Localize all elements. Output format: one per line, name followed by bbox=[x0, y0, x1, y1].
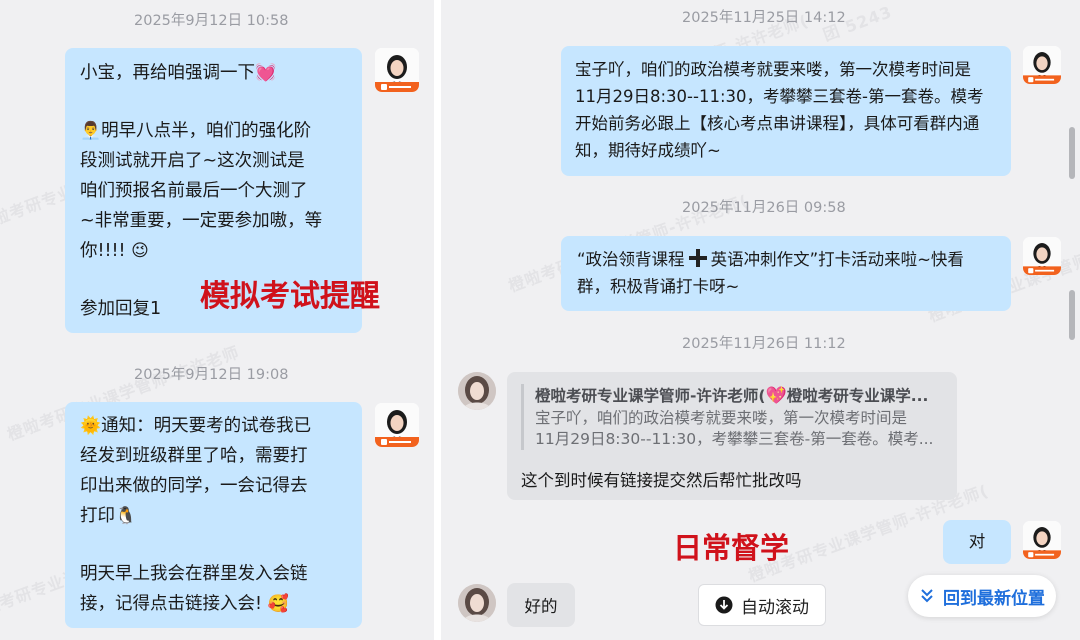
student-avatar[interactable] bbox=[458, 372, 496, 410]
person-emoji-icon: 👨‍💼 bbox=[80, 121, 102, 141]
teacher-avatar[interactable] bbox=[1023, 521, 1061, 559]
scrollbar-thumb[interactable] bbox=[1069, 127, 1075, 179]
auto-scroll-button[interactable]: 自动滚动 bbox=[698, 584, 826, 626]
message-line: 知，期待好成绩吖~ bbox=[575, 141, 721, 160]
message-line: 你!!!! 😉 bbox=[80, 241, 149, 261]
teacher-avatar[interactable] bbox=[1023, 237, 1061, 275]
message-line: 👨‍💼明早八点半，咱们的强化阶 bbox=[80, 121, 312, 141]
message-bubble[interactable]: 好的 bbox=[507, 583, 575, 627]
message-bubble[interactable]: 🌞通知：明天要考的试卷我已 经发到班级群里了哈，需要打 印出来做的同学，一会记得… bbox=[65, 402, 362, 628]
plus-icon bbox=[688, 248, 708, 268]
message-timestamp: 2025年11月26日 09:58 bbox=[682, 200, 846, 216]
message-line: 开始前务必跟上【核心考点串讲课程】，具体可看群内通 bbox=[575, 114, 980, 133]
message-line: 印出来做的同学，一会记得去 bbox=[80, 476, 308, 496]
back-to-latest-button[interactable]: 回到最新位置 bbox=[908, 575, 1056, 617]
message-timestamp: 2025年11月25日 14:12 bbox=[682, 10, 846, 26]
heart-emoji-icon: 💓 bbox=[255, 63, 277, 83]
message-line: ~非常重要，一定要参加嗷，等 bbox=[80, 211, 323, 231]
student-avatar[interactable] bbox=[458, 584, 496, 622]
message-line: 好的 bbox=[524, 597, 558, 616]
message-line: 11月29日8:30--11:30，考攀攀三套卷-第一套卷。模考 bbox=[575, 87, 984, 106]
annotation-label: 日常督学 bbox=[673, 531, 790, 565]
message-line: 宝子吖，咱们的政治模考就要来喽，第一次模考时间是 bbox=[575, 60, 971, 79]
double-chevron-down-icon bbox=[919, 588, 935, 604]
teacher-avatar[interactable] bbox=[375, 403, 419, 447]
left-chat-panel[interactable]: 橙啦考研专业课学管师-许许老师 橙啦考研专业课学管师-许许老师 橙啦考研专业课学… bbox=[0, 0, 434, 640]
reply-bubble[interactable]: 橙啦考研专业课学管师-许许老师(💖橙啦考研专业课学... 宝子吖，咱们的政治模考… bbox=[507, 372, 957, 500]
message-line: 段测试就开启了~这次测试是 bbox=[80, 151, 305, 171]
message-bubble[interactable]: 对 bbox=[943, 520, 1011, 564]
scrollbar-thumb[interactable] bbox=[1069, 290, 1075, 340]
teacher-avatar[interactable] bbox=[375, 48, 419, 92]
message-line: 经发到班级群里了哈，需要打 bbox=[80, 446, 308, 466]
message-line: 打印🐧 bbox=[80, 506, 137, 526]
message-line: 🌞通知：明天要考的试卷我已 bbox=[80, 416, 312, 436]
message-timestamp: 2025年9月12日 19:08 bbox=[134, 367, 289, 383]
auto-scroll-label: 自动滚动 bbox=[741, 597, 809, 618]
message-line: 群，积极背诵打卡呀~ bbox=[577, 277, 740, 296]
message-line: 小宝，再给咱强调一下💓 bbox=[80, 63, 277, 83]
message-timestamp: 2025年9月12日 10:58 bbox=[134, 13, 289, 29]
message-line: 接，记得点击链接入会! 🥰 bbox=[80, 594, 289, 614]
message-line: 明天早上我会在群里发入会链 bbox=[80, 564, 308, 584]
message-line: 咱们预报名前最后一个大测了 bbox=[80, 181, 308, 201]
teacher-avatar[interactable] bbox=[1023, 46, 1061, 84]
quote-title: 橙啦考研专业课学管师-许许老师(💖橙啦考研专业课学... bbox=[535, 386, 929, 406]
message-bubble[interactable]: 宝子吖，咱们的政治模考就要来喽，第一次模考时间是 11月29日8:30--11:… bbox=[561, 46, 1011, 176]
message-bubble[interactable]: “政治领背课程 英语冲刺作文”打卡活动来啦~快看 群，积极背诵打卡呀~ bbox=[561, 236, 1011, 311]
quote-line: 宝子吖，咱们的政治模考就要来喽，第一次模考时间是 bbox=[535, 409, 908, 427]
message-line: 对 bbox=[968, 532, 986, 551]
heart-emoji-icon: 💖 bbox=[765, 386, 787, 406]
message-timestamp: 2025年11月26日 11:12 bbox=[682, 336, 846, 352]
sun-emoji-icon: 🌞 bbox=[80, 416, 102, 436]
down-arrow-circle-icon bbox=[715, 596, 733, 614]
right-chat-panel[interactable]: 橙啦考研专业课学管师-许许老师( 团 5243 橙啦考研专业课学管师-许许老师(… bbox=[441, 0, 1080, 640]
wink-emoji-icon: 😉 bbox=[131, 241, 149, 261]
message-line: “政治领背课程 英语冲刺作文”打卡活动来啦~快看 bbox=[577, 248, 964, 269]
quote-line: 11月29日8:30--11:30，考攀攀三套卷-第一套卷。模考... bbox=[535, 430, 934, 448]
smiling-emoji-icon: 🥰 bbox=[267, 594, 289, 614]
annotation-label: 模拟考试提醒 bbox=[200, 279, 380, 314]
back-to-latest-label: 回到最新位置 bbox=[943, 588, 1045, 609]
quoted-message[interactable]: 橙啦考研专业课学管师-许许老师(💖橙啦考研专业课学... 宝子吖，咱们的政治模考… bbox=[521, 384, 936, 450]
penguin-icon: 🐧 bbox=[115, 506, 137, 526]
reply-text: 这个到时候有链接提交然后帮忙批改吗 bbox=[521, 471, 802, 490]
